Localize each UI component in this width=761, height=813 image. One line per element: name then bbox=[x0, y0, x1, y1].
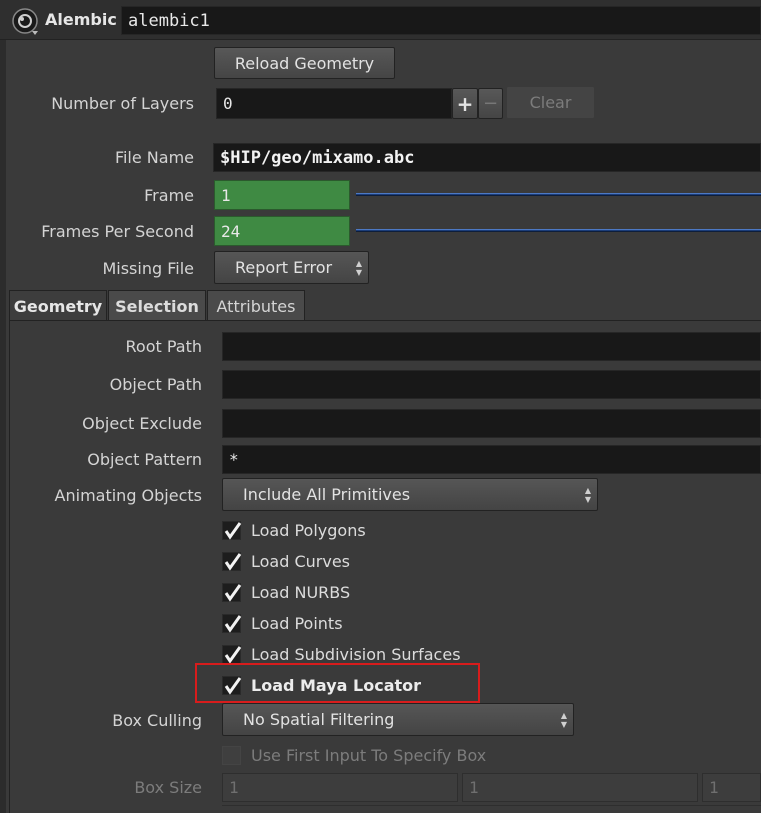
box-culling-menu[interactable]: No Spatial Filtering ▲ ▼ bbox=[222, 703, 574, 736]
checkbox-label: Load Points bbox=[251, 614, 343, 633]
tab-attributes[interactable]: Attributes bbox=[207, 290, 305, 321]
object-path-label: Object Path bbox=[109, 375, 202, 394]
object-exclude-field[interactable] bbox=[222, 409, 761, 438]
object-pattern-label: Object Pattern bbox=[87, 450, 202, 469]
node-type-label: Alembic bbox=[45, 10, 117, 29]
root-path-field[interactable] bbox=[222, 332, 761, 361]
layers-field[interactable]: 0 bbox=[216, 88, 452, 119]
object-pattern-field[interactable]: * bbox=[222, 445, 761, 474]
frame-label: Frame bbox=[144, 186, 194, 205]
layers-label: Number of Layers bbox=[51, 94, 194, 113]
checkbox[interactable] bbox=[222, 521, 242, 540]
frame-field[interactable]: 1 bbox=[214, 180, 350, 210]
checkmark-icon bbox=[224, 615, 242, 633]
object-exclude-label: Object Exclude bbox=[82, 414, 202, 433]
tab-selection[interactable]: Selection bbox=[108, 290, 206, 321]
updown-arrows-icon: ▲ ▼ bbox=[584, 485, 591, 504]
box-culling-label: Box Culling bbox=[112, 711, 202, 730]
missing-file-menu[interactable]: Report Error ▲ ▼ bbox=[214, 251, 369, 284]
checkbox[interactable] bbox=[222, 552, 242, 571]
box-size-row-2 bbox=[222, 805, 761, 813]
add-layer-button[interactable]: + bbox=[452, 88, 478, 119]
tab-geometry[interactable]: Geometry bbox=[9, 290, 107, 321]
checkbox-label: Use First Input To Specify Box bbox=[251, 746, 487, 765]
updown-arrows-icon: ▲ ▼ bbox=[560, 710, 567, 729]
checkbox-label: Load NURBS bbox=[251, 583, 351, 602]
box-size-x-field[interactable]: 1 bbox=[222, 773, 458, 802]
frame-slider[interactable] bbox=[356, 193, 761, 196]
checkmark-icon bbox=[224, 522, 242, 540]
box-size-z-field[interactable]: 1 bbox=[702, 773, 761, 802]
fps-field[interactable]: 24 bbox=[214, 216, 350, 246]
file-name-field[interactable]: $HIP/geo/mixamo.abc bbox=[213, 143, 761, 172]
reload-geometry-button[interactable]: Reload Geometry bbox=[214, 47, 395, 79]
checkbox[interactable] bbox=[222, 746, 241, 765]
file-name-label: File Name bbox=[114, 148, 194, 167]
checkbox[interactable] bbox=[222, 614, 242, 633]
fps-label: Frames Per Second bbox=[41, 222, 194, 241]
clear-button[interactable]: Clear bbox=[506, 86, 595, 119]
fps-slider[interactable] bbox=[356, 229, 761, 232]
checkbox[interactable] bbox=[222, 645, 242, 664]
checkmark-icon bbox=[224, 646, 242, 664]
missing-file-label: Missing File bbox=[102, 259, 194, 278]
remove-layer-button[interactable]: − bbox=[478, 88, 503, 119]
checkbox-label: Load Polygons bbox=[251, 521, 366, 540]
box-size-y-field[interactable]: 1 bbox=[462, 773, 698, 802]
checkmark-icon bbox=[224, 553, 242, 571]
missing-file-value: Report Error bbox=[235, 258, 333, 277]
node-type-icon[interactable] bbox=[10, 7, 40, 37]
animating-objects-menu[interactable]: Include All Primitives ▲ ▼ bbox=[222, 478, 598, 511]
box-size-label: Box Size bbox=[134, 778, 202, 797]
animating-objects-label: Animating Objects bbox=[54, 486, 202, 505]
animating-objects-value: Include All Primitives bbox=[243, 485, 411, 504]
root-path-label: Root Path bbox=[125, 337, 202, 356]
object-path-field[interactable] bbox=[222, 370, 761, 399]
highlight-box bbox=[195, 663, 480, 703]
box-culling-value: No Spatial Filtering bbox=[243, 710, 395, 729]
updown-arrows-icon: ▲ ▼ bbox=[355, 258, 362, 277]
checkbox-label: Load Curves bbox=[251, 552, 351, 571]
checkbox-label: Load Subdivision Surfaces bbox=[251, 645, 461, 664]
checkmark-icon bbox=[224, 584, 242, 602]
checkbox[interactable] bbox=[222, 583, 242, 602]
node-name-field[interactable]: alembic1 bbox=[121, 6, 761, 35]
